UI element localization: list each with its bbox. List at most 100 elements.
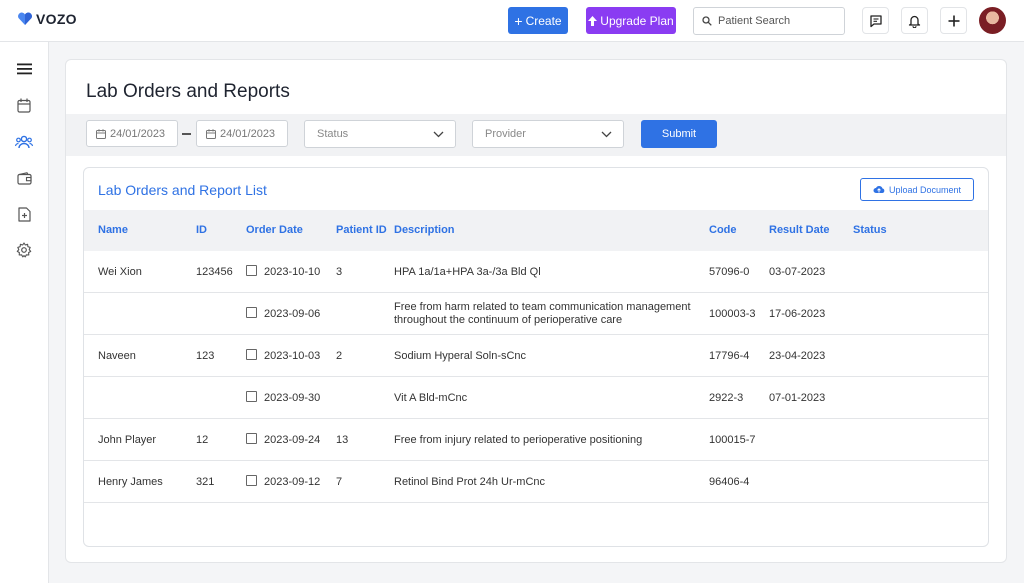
upload-document-button[interactable]: Upload Document (860, 178, 974, 201)
create-button[interactable]: + Create (508, 7, 568, 34)
cell-code: 100015-7 (709, 434, 756, 446)
bell-icon (908, 15, 921, 28)
table-row[interactable]: John Player 12 2023-09-24 13 Free from i… (84, 419, 988, 461)
cell-code: 96406-4 (709, 476, 750, 488)
calendar-icon (96, 128, 106, 139)
filter-bar: 24/01/2023 24/01/2023 Status Provider Su… (66, 114, 1006, 156)
row-checkbox[interactable] (246, 265, 257, 276)
cell-code: 57096-0 (709, 266, 750, 278)
messages-button[interactable] (862, 7, 889, 34)
table-header: Name ID Order Date Patient ID Descriptio… (84, 210, 988, 251)
column-header-status[interactable]: Status (853, 224, 887, 236)
cell-order-date: 2023-09-24 (264, 434, 321, 446)
lab-orders-panel: Lab Orders and Reports 24/01/2023 24/01/… (65, 59, 1007, 563)
cell-result-date: 03-07-2023 (769, 266, 826, 278)
date-range-separator (182, 133, 191, 135)
cell-order-date: 2023-09-12 (264, 476, 321, 488)
date-from-value: 24/01/2023 (110, 127, 166, 140)
date-to-value: 24/01/2023 (220, 127, 276, 140)
sidebar (0, 42, 49, 583)
plus-icon: + (514, 12, 523, 29)
cell-id: 321 (196, 476, 215, 488)
notifications-button[interactable] (901, 7, 928, 34)
cell-code: 17796-4 (709, 350, 750, 362)
wallet-icon[interactable] (14, 168, 34, 188)
cell-result-date: 23-04-2023 (769, 350, 826, 362)
cell-order-date: 2023-09-06 (264, 308, 321, 320)
page-title: Lab Orders and Reports (86, 81, 290, 102)
row-checkbox[interactable] (246, 349, 257, 360)
menu-icon[interactable] (14, 59, 34, 79)
upgrade-label: Upgrade Plan (600, 13, 674, 28)
column-header-order-date[interactable]: Order Date (246, 224, 303, 236)
lab-orders-list: Lab Orders and Report List Upload Docume… (83, 167, 989, 547)
message-icon (869, 14, 882, 27)
column-header-patient-id[interactable]: Patient ID (336, 224, 387, 236)
date-from-field[interactable]: 24/01/2023 (86, 120, 178, 147)
date-to-field[interactable]: 24/01/2023 (196, 120, 288, 147)
row-checkbox[interactable] (246, 475, 257, 486)
cell-order-date: 2023-10-03 (264, 350, 321, 362)
column-header-id[interactable]: ID (196, 224, 207, 236)
table-row[interactable]: 2023-09-30 Vit A Bld-mCnc 2922-3 07-01-2… (84, 377, 988, 419)
create-label: Create (525, 13, 562, 28)
cell-description: Retinol Bind Prot 24h Ur-mCnc (394, 476, 546, 488)
cell-name: Wei Xion (98, 266, 142, 278)
patient-search[interactable] (693, 7, 845, 35)
column-header-code[interactable]: Code (709, 224, 737, 236)
document-plus-icon[interactable] (14, 204, 34, 224)
row-checkbox[interactable] (246, 307, 257, 318)
user-avatar[interactable] (979, 7, 1006, 34)
table-row[interactable]: Naveen 123 2023-10-03 2 Sodium Hyperal S… (84, 335, 988, 377)
table-row[interactable]: Henry James 321 2023-09-12 7 Retinol Bin… (84, 461, 988, 503)
provider-placeholder: Provider (485, 128, 526, 140)
cell-id: 123456 (196, 266, 233, 278)
column-header-description[interactable]: Description (394, 224, 455, 236)
cell-description-line2: throughout the continuum of perioperativ… (394, 314, 623, 326)
cell-code: 100003-3 (709, 308, 756, 320)
cell-patient-id: 13 (336, 434, 349, 446)
arrow-up-icon (588, 15, 598, 26)
heart-logo-icon (18, 12, 32, 25)
cell-description: Sodium Hyperal Soln-sCnc (394, 350, 527, 362)
row-checkbox[interactable] (246, 391, 257, 402)
cell-code: 2922-3 (709, 392, 744, 404)
cell-order-date: 2023-09-30 (264, 392, 321, 404)
chevron-down-icon (433, 131, 444, 137)
cell-name: John Player (98, 434, 157, 446)
calendar-icon[interactable] (14, 95, 34, 115)
upgrade-plan-button[interactable]: Upgrade Plan (586, 7, 676, 34)
cell-result-date: 07-01-2023 (769, 392, 826, 404)
column-header-result-date[interactable]: Result Date (769, 224, 830, 236)
logo[interactable]: VOZO (17, 11, 77, 27)
cell-name: Henry James (98, 476, 163, 488)
table-row[interactable]: Wei Xion 123456 2023-10-10 3 HPA 1a/1a+H… (84, 251, 988, 293)
provider-select[interactable]: Provider (472, 120, 624, 148)
row-checkbox[interactable] (246, 433, 257, 444)
cell-order-date: 2023-10-10 (264, 266, 321, 278)
chevron-down-icon (601, 131, 612, 137)
users-icon[interactable] (14, 132, 34, 152)
add-button[interactable] (940, 7, 967, 34)
calendar-icon (206, 128, 216, 139)
column-header-name[interactable]: Name (98, 224, 128, 236)
logo-text: VOZO (36, 11, 77, 27)
cell-description: Free from harm related to team communica… (394, 301, 691, 313)
cloud-upload-icon (873, 186, 885, 193)
top-bar: VOZO + Create Upgrade Plan (0, 0, 1024, 42)
cell-description: HPA 1a/1a+HPA 3a-/3a Bld Ql (394, 266, 541, 278)
search-input[interactable] (718, 15, 838, 27)
search-icon (702, 16, 712, 26)
cell-patient-id: 3 (336, 266, 343, 278)
cell-id: 123 (196, 350, 215, 362)
cell-id: 12 (196, 434, 209, 446)
cell-patient-id: 7 (336, 476, 343, 488)
list-title: Lab Orders and Report List (98, 182, 267, 198)
cell-description: Free from injury related to perioperativ… (394, 434, 643, 446)
table-row[interactable]: 2023-09-06 Free from harm related to tea… (84, 293, 988, 335)
plus-icon (948, 15, 959, 26)
status-select[interactable]: Status (304, 120, 456, 148)
submit-button[interactable]: Submit (641, 120, 717, 148)
gear-icon[interactable] (14, 240, 34, 260)
cell-name: Naveen (98, 350, 136, 362)
